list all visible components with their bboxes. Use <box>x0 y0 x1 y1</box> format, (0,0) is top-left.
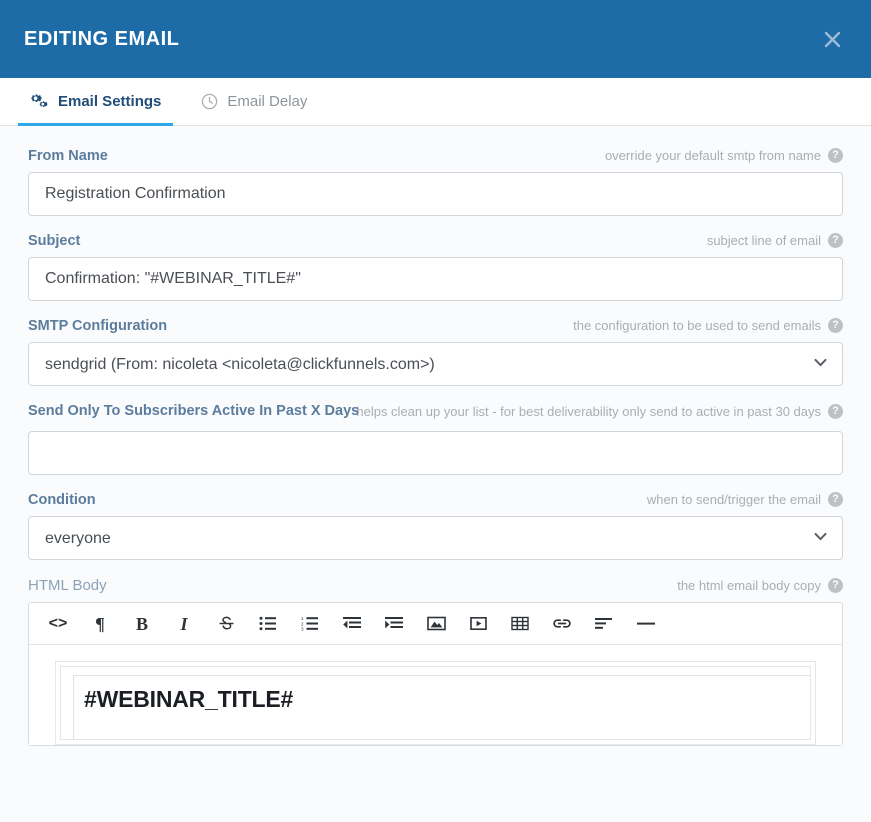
html-body-hint: the html email body copy ? <box>677 578 843 593</box>
condition-label: Condition <box>28 492 96 508</box>
field-smtp-configuration: SMTP Configuration the configuration to … <box>28 318 843 386</box>
tab-email-delay[interactable]: Email Delay <box>189 78 319 125</box>
smtp-configuration-select-wrap: sendgrid (From: nicoleta <nicoleta@click… <box>28 342 843 386</box>
page-title: EDITING EMAIL <box>24 27 180 50</box>
hint-text: override your default smtp from name <box>604 148 821 163</box>
field-header: HTML Body the html email body copy ? <box>28 577 843 594</box>
field-header: Subject subject line of email ? <box>28 233 843 249</box>
strikethrough-icon[interactable] <box>205 604 247 644</box>
tab-label: Email Settings <box>58 93 162 110</box>
tab-label: Email Delay <box>227 93 308 110</box>
email-content-block: #WEBINAR_TITLE# <box>73 675 810 739</box>
hint-text: the html email body copy <box>677 578 821 593</box>
html-body-label: HTML Body <box>28 577 107 594</box>
help-icon[interactable]: ? <box>828 233 843 248</box>
image-icon[interactable] <box>415 604 457 644</box>
email-inner-frame: #WEBINAR_TITLE# <box>60 666 811 740</box>
clock-icon <box>201 93 218 110</box>
from-name-hint: override your default smtp from name ? <box>605 148 843 163</box>
link-icon[interactable] <box>541 604 583 644</box>
italic-icon[interactable]: I <box>163 604 205 644</box>
help-icon[interactable]: ? <box>828 492 843 507</box>
indent-icon[interactable] <box>373 604 415 644</box>
send-only-active-label: Send Only To Subscribers Active In Past … <box>28 403 360 419</box>
subject-input[interactable] <box>28 257 843 301</box>
field-header: Send Only To Subscribers Active In Past … <box>28 403 843 423</box>
condition-select-wrap: everyone <box>28 516 843 560</box>
video-icon[interactable] <box>457 604 499 644</box>
field-html-body: HTML Body the html email body copy ? <> … <box>28 577 843 746</box>
hint-text: the configuration to be used to send ema… <box>573 318 821 333</box>
svg-text:3: 3 <box>301 627 304 631</box>
field-condition: Condition when to send/trigger the email… <box>28 492 843 560</box>
hint-text: subject line of email <box>706 233 821 248</box>
editor-toolbar: <> ¶ B I 1 2 3 <box>29 603 842 645</box>
numbered-list-icon[interactable]: 1 2 3 <box>289 604 331 644</box>
send-only-active-input[interactable] <box>28 431 843 475</box>
subject-label: Subject <box>28 233 81 249</box>
condition-select[interactable]: everyone <box>28 516 843 560</box>
help-icon[interactable]: ? <box>828 404 843 419</box>
help-icon[interactable]: ? <box>828 578 843 593</box>
editor-canvas[interactable]: #WEBINAR_TITLE# <box>29 645 842 745</box>
subject-hint: subject line of email ? <box>707 233 843 248</box>
align-left-icon[interactable] <box>583 604 625 644</box>
from-name-label: From Name <box>28 148 108 164</box>
bullet-list-icon[interactable] <box>247 604 289 644</box>
code-icon[interactable]: <> <box>37 604 79 644</box>
smtp-configuration-hint: the configuration to be used to send ema… <box>573 318 843 333</box>
field-send-only-active: Send Only To Subscribers Active In Past … <box>28 403 843 475</box>
bold-icon[interactable]: B <box>121 604 163 644</box>
cogs-icon <box>30 93 49 110</box>
field-header: From Name override your default smtp fro… <box>28 148 843 164</box>
help-icon[interactable]: ? <box>828 148 843 163</box>
horizontal-rule-icon[interactable] <box>625 604 667 644</box>
html-body-editor: <> ¶ B I 1 2 3 #WEBINAR_TITLE# <box>28 602 843 746</box>
smtp-configuration-label: SMTP Configuration <box>28 318 168 334</box>
field-header: SMTP Configuration the configuration to … <box>28 318 843 334</box>
outdent-icon[interactable] <box>331 604 373 644</box>
email-settings-form: From Name override your default smtp fro… <box>0 126 871 822</box>
field-header: Condition when to send/trigger the email… <box>28 492 843 508</box>
email-outer-frame: #WEBINAR_TITLE# <box>55 661 816 745</box>
condition-hint: when to send/trigger the email ? <box>647 492 843 507</box>
smtp-configuration-select[interactable]: sendgrid (From: nicoleta <nicoleta@click… <box>28 342 843 386</box>
hint-text: when to send/trigger the email <box>646 492 821 507</box>
email-heading: #WEBINAR_TITLE# <box>84 686 294 712</box>
send-only-active-hint: helps clean up your list - for best deli… <box>356 404 843 419</box>
hint-text: helps clean up your list - for best deli… <box>356 404 821 419</box>
svg-text:1: 1 <box>301 616 304 621</box>
close-icon[interactable] <box>815 22 849 56</box>
modal-header: EDITING EMAIL <box>0 0 871 78</box>
tab-bar: Email Settings Email Delay <box>0 78 871 126</box>
field-from-name: From Name override your default smtp fro… <box>28 148 843 216</box>
from-name-input[interactable] <box>28 172 843 216</box>
field-subject: Subject subject line of email ? <box>28 233 843 301</box>
help-icon[interactable]: ? <box>828 318 843 333</box>
paragraph-icon[interactable]: ¶ <box>79 604 121 644</box>
table-icon[interactable] <box>499 604 541 644</box>
tab-email-settings[interactable]: Email Settings <box>18 78 174 126</box>
